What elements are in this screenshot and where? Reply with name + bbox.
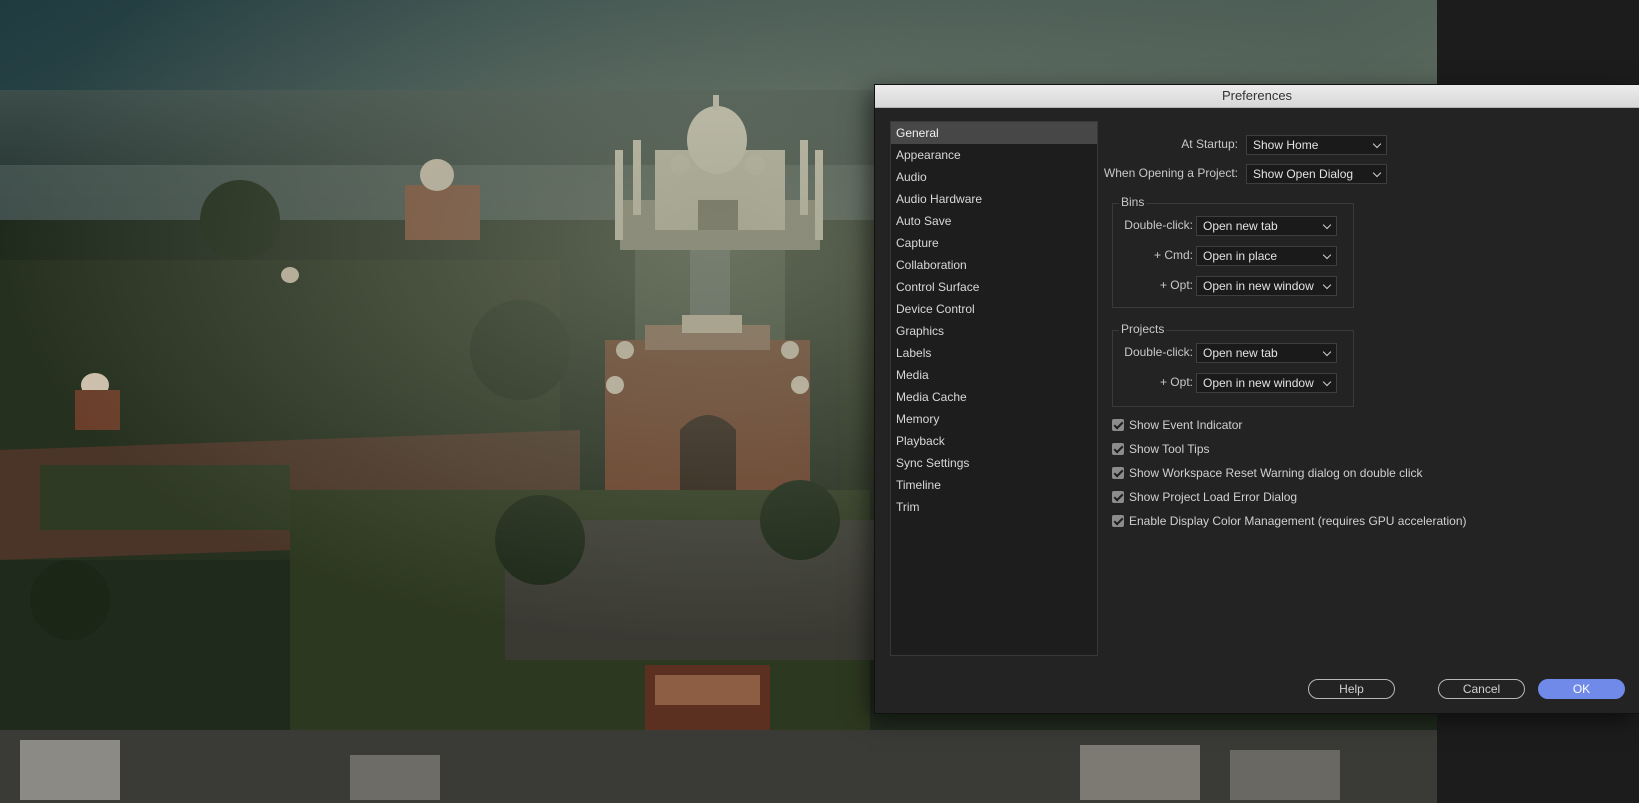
- checkbox-row[interactable]: Show Project Load Error Dialog: [1112, 488, 1297, 506]
- bins-double-click-dropdown[interactable]: Open new tab: [1196, 216, 1337, 236]
- bins-cmd-value: Open in place: [1203, 249, 1278, 263]
- category-item-memory[interactable]: Memory: [891, 408, 1097, 430]
- chevron-down-icon: [1372, 139, 1382, 149]
- chevron-down-icon: [1322, 220, 1332, 230]
- checkbox[interactable]: [1112, 419, 1124, 431]
- at-startup-dropdown[interactable]: Show Home: [1246, 135, 1387, 155]
- category-item-graphics[interactable]: Graphics: [891, 320, 1097, 342]
- checkmark-icon: [1113, 419, 1123, 429]
- category-item-device-control[interactable]: Device Control: [891, 298, 1097, 320]
- preferences-dialog: Preferences General Appearance Audio Audio …: [875, 85, 1639, 713]
- category-item-auto-save[interactable]: Auto Save: [891, 210, 1097, 232]
- checkbox-label: Show Workspace Reset Warning dialog on d…: [1129, 466, 1423, 480]
- category-item-trim[interactable]: Trim: [891, 496, 1097, 518]
- projects-double-click-value: Open new tab: [1203, 346, 1278, 360]
- checkmark-icon: [1113, 515, 1123, 525]
- help-button[interactable]: Help: [1308, 679, 1395, 699]
- checkbox[interactable]: [1112, 443, 1124, 455]
- bins-cmd-label: + Cmd:: [1153, 248, 1193, 262]
- projects-group-title: Projects: [1119, 322, 1167, 336]
- category-item-sync-settings[interactable]: Sync Settings: [891, 452, 1097, 474]
- bins-opt-dropdown[interactable]: Open in new window: [1196, 276, 1337, 296]
- checkbox-row[interactable]: Show Event Indicator: [1112, 416, 1242, 434]
- chevron-down-icon: [1322, 280, 1332, 290]
- projects-opt-value: Open in new window: [1203, 376, 1314, 390]
- checkbox-row[interactable]: Enable Display Color Management (require…: [1112, 512, 1467, 530]
- chevron-down-icon: [1322, 377, 1332, 387]
- bins-cmd-dropdown[interactable]: Open in place: [1196, 246, 1337, 266]
- category-item-timeline[interactable]: Timeline: [891, 474, 1097, 496]
- chevron-down-icon: [1372, 168, 1382, 178]
- category-item-capture[interactable]: Capture: [891, 232, 1097, 254]
- bins-group-title: Bins: [1119, 195, 1147, 209]
- checkbox[interactable]: [1112, 491, 1124, 503]
- checkbox[interactable]: [1112, 467, 1124, 479]
- cancel-button[interactable]: Cancel: [1438, 679, 1525, 699]
- bins-opt-value: Open in new window: [1203, 279, 1314, 293]
- checkmark-icon: [1113, 443, 1123, 453]
- chevron-down-icon: [1322, 347, 1332, 357]
- bins-double-click-value: Open new tab: [1203, 219, 1278, 233]
- category-item-media-cache[interactable]: Media Cache: [891, 386, 1097, 408]
- projects-double-click-dropdown[interactable]: Open new tab: [1196, 343, 1337, 363]
- category-item-playback[interactable]: Playback: [891, 430, 1097, 452]
- bins-opt-label: + Opt:: [1159, 278, 1193, 292]
- checkbox-label: Show Tool Tips: [1129, 442, 1210, 456]
- checkbox-label: Show Event Indicator: [1129, 418, 1243, 432]
- category-item-audio[interactable]: Audio: [891, 166, 1097, 188]
- ok-button[interactable]: OK: [1538, 679, 1625, 699]
- checkmark-icon: [1113, 491, 1123, 501]
- category-list[interactable]: General Appearance Audio Audio Hardware Auto…: [890, 121, 1098, 656]
- when-opening-project-label: When Opening a Project:: [1103, 166, 1238, 180]
- at-startup-label: At Startup:: [1181, 137, 1238, 151]
- category-item-appearance[interactable]: Appearance: [891, 144, 1097, 166]
- checkbox-row[interactable]: Show Tool Tips: [1112, 440, 1210, 458]
- category-item-labels[interactable]: Labels: [891, 342, 1097, 364]
- category-item-control-surface[interactable]: Control Surface: [891, 276, 1097, 298]
- category-item-audio-hardware[interactable]: Audio Hardware: [891, 188, 1097, 210]
- at-startup-value: Show Home: [1253, 138, 1319, 152]
- category-item-collaboration[interactable]: Collaboration: [891, 254, 1097, 276]
- projects-opt-label: + Opt:: [1159, 375, 1193, 389]
- checkbox-row[interactable]: Show Workspace Reset Warning dialog on d…: [1112, 464, 1422, 482]
- projects-double-click-label: Double-click:: [1124, 345, 1193, 359]
- projects-opt-dropdown[interactable]: Open in new window: [1196, 373, 1337, 393]
- chevron-down-icon: [1322, 250, 1332, 260]
- category-item-media[interactable]: Media: [891, 364, 1097, 386]
- category-item-general[interactable]: General: [891, 122, 1097, 144]
- when-opening-project-value: Show Open Dialog: [1253, 167, 1354, 181]
- checkmark-icon: [1113, 467, 1123, 477]
- checkbox-label: Show Project Load Error Dialog: [1129, 490, 1298, 504]
- checkbox[interactable]: [1112, 515, 1124, 527]
- dialog-title: Preferences: [875, 85, 1639, 108]
- checkbox-label: Enable Display Color Management (require…: [1129, 514, 1467, 528]
- when-opening-project-dropdown[interactable]: Show Open Dialog: [1246, 164, 1387, 184]
- bins-double-click-label: Double-click:: [1124, 218, 1193, 232]
